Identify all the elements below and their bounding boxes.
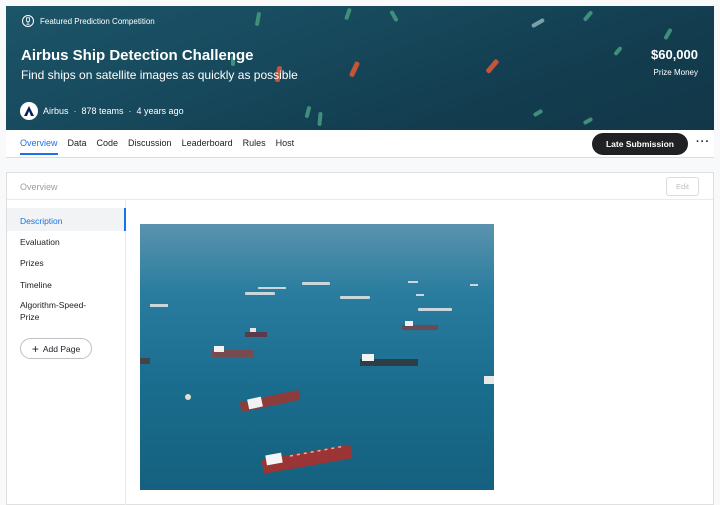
prize-amount: $60,000	[651, 47, 698, 62]
team-count[interactable]: 878 teams	[82, 106, 124, 116]
plus-icon: +	[31, 341, 39, 356]
separator: ·	[73, 106, 77, 116]
card-header-title: Overview	[20, 182, 58, 192]
sidenav-item-algorithm-speed-prize[interactable]: Algorithm-Speed-Prize	[20, 299, 100, 323]
tab-rules[interactable]: Rules	[243, 138, 266, 155]
add-page-button[interactable]: + Add Page	[20, 338, 92, 359]
ships-photo	[140, 224, 494, 490]
airbus-logo-icon[interactable]	[20, 102, 38, 120]
edit-button[interactable]: Edit	[666, 177, 699, 196]
tab-data[interactable]: Data	[68, 138, 87, 155]
overview-sidenav: Description Evaluation Prizes Timeline A…	[7, 200, 126, 505]
overview-card: Overview Edit Description Evaluation Pri…	[6, 172, 714, 505]
prize-label: Prize Money	[653, 68, 698, 77]
tab-host[interactable]: Host	[276, 138, 295, 155]
tab-leaderboard[interactable]: Leaderboard	[182, 138, 233, 155]
competition-age: 4 years ago	[136, 106, 184, 116]
sidenav-item-prizes[interactable]: Prizes	[20, 257, 110, 269]
trophy-icon	[22, 15, 34, 27]
tab-overview[interactable]: Overview	[20, 138, 58, 155]
competition-subtitle: Find ships on satellite images as quickl…	[21, 68, 298, 82]
sidenav-item-timeline[interactable]: Timeline	[20, 279, 110, 291]
host-info: Airbus · 878 teams · 4 years ago	[20, 102, 184, 120]
sidenav-item-description[interactable]: Description	[20, 215, 110, 227]
host-name[interactable]: Airbus	[43, 106, 69, 116]
more-options-icon[interactable]: ···	[696, 136, 710, 148]
featured-label-text: Featured Prediction Competition	[40, 16, 155, 26]
card-header: Overview Edit	[7, 173, 713, 200]
add-page-label: Add Page	[42, 343, 81, 354]
competition-title: Airbus Ship Detection Challenge	[21, 47, 254, 64]
tab-code[interactable]: Code	[97, 138, 119, 155]
sidenav-item-evaluation[interactable]: Evaluation	[20, 236, 110, 248]
featured-competition-label: Featured Prediction Competition	[22, 15, 155, 27]
competition-banner: Featured Prediction Competition Airbus S…	[6, 6, 714, 130]
competition-tabs: Overview Data Code Discussion Leaderboar…	[6, 130, 714, 158]
separator: ·	[128, 106, 132, 116]
tab-discussion[interactable]: Discussion	[128, 138, 172, 155]
late-submission-button[interactable]: Late Submission	[592, 133, 688, 155]
